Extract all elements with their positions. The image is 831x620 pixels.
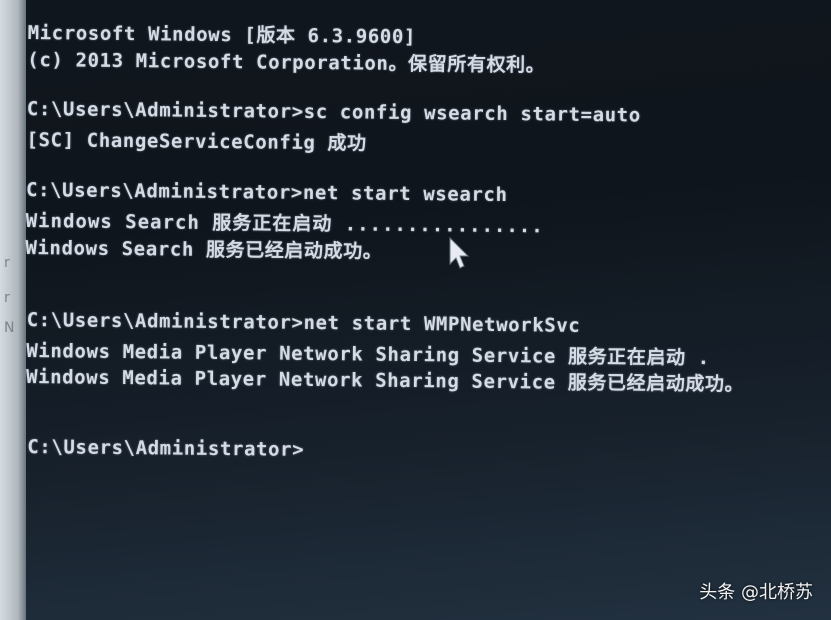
watermark: 头条 @北桥苏 xyxy=(699,582,813,603)
command-line: C:\Users\Administrator>net start wsearch xyxy=(25,179,508,207)
command-prompt[interactable]: C:\Users\Administrator> xyxy=(27,436,304,461)
command-prompt-window[interactable]: Microsoft Windows [版本 6.3.9600] (c) 2013… xyxy=(20,0,831,620)
command-line: C:\Users\Administrator>sc config wsearch… xyxy=(26,98,641,127)
command-line: C:\Users\Administrator>net start WMPNetw… xyxy=(26,309,581,337)
edge-glyph: r xyxy=(4,290,10,306)
output-line: Windows Search 服务已经启动成功。 xyxy=(25,237,383,263)
copyright-line: (c) 2013 Microsoft Corporation。保留所有权利。 xyxy=(27,49,546,77)
photo-of-screen: r r N Microsoft Windows [版本 6.3.9600] (c… xyxy=(0,0,831,620)
edge-glyph: r xyxy=(4,255,10,271)
version-line: Microsoft Windows [版本 6.3.9600] xyxy=(27,22,417,49)
output-line: [SC] ChangeServiceConfig 成功 xyxy=(26,129,367,155)
mouse-pointer-icon xyxy=(449,236,470,269)
edge-glyph: N xyxy=(4,320,15,336)
